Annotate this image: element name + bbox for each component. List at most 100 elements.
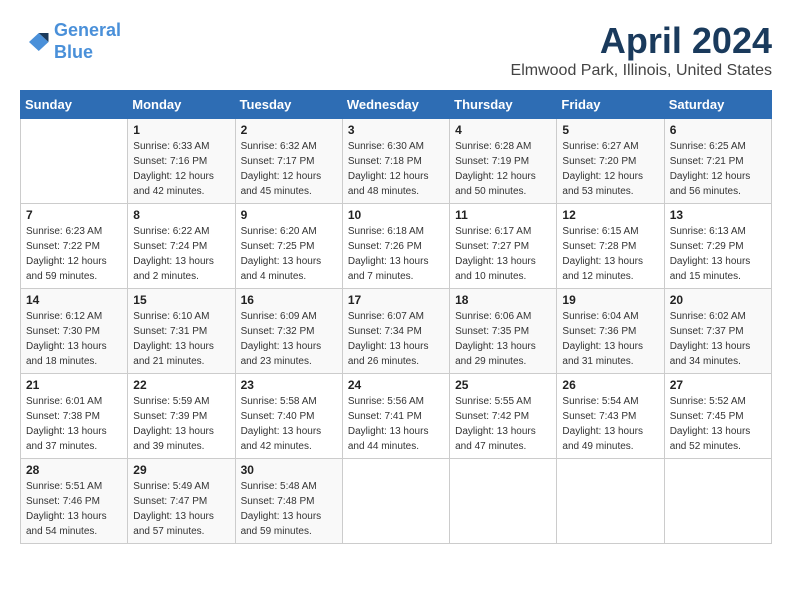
day-info: Sunrise: 5:51 AMSunset: 7:46 PMDaylight:…	[26, 479, 122, 539]
calendar-cell: 15 Sunrise: 6:10 AMSunset: 7:31 PMDaylig…	[128, 289, 235, 374]
calendar-cell: 5 Sunrise: 6:27 AMSunset: 7:20 PMDayligh…	[557, 119, 664, 204]
calendar-cell: 4 Sunrise: 6:28 AMSunset: 7:19 PMDayligh…	[450, 119, 557, 204]
day-number: 19	[562, 293, 658, 307]
calendar-cell: 28 Sunrise: 5:51 AMSunset: 7:46 PMDaylig…	[21, 459, 128, 544]
calendar-cell: 19 Sunrise: 6:04 AMSunset: 7:36 PMDaylig…	[557, 289, 664, 374]
calendar-cell: 3 Sunrise: 6:30 AMSunset: 7:18 PMDayligh…	[342, 119, 449, 204]
day-number: 25	[455, 378, 551, 392]
calendar-cell: 20 Sunrise: 6:02 AMSunset: 7:37 PMDaylig…	[664, 289, 771, 374]
day-info: Sunrise: 5:55 AMSunset: 7:42 PMDaylight:…	[455, 394, 551, 454]
day-number: 12	[562, 208, 658, 222]
week-row-1: 1 Sunrise: 6:33 AMSunset: 7:16 PMDayligh…	[21, 119, 772, 204]
calendar-subtitle: Elmwood Park, Illinois, United States	[511, 62, 772, 80]
day-info: Sunrise: 5:59 AMSunset: 7:39 PMDaylight:…	[133, 394, 229, 454]
day-number: 14	[26, 293, 122, 307]
header-day-sunday: Sunday	[21, 91, 128, 119]
calendar-cell: 9 Sunrise: 6:20 AMSunset: 7:25 PMDayligh…	[235, 204, 342, 289]
day-number: 22	[133, 378, 229, 392]
day-number: 30	[241, 463, 337, 477]
logo-text: General Blue	[54, 20, 121, 63]
calendar-cell	[450, 459, 557, 544]
day-info: Sunrise: 6:06 AMSunset: 7:35 PMDaylight:…	[455, 309, 551, 369]
day-info: Sunrise: 5:54 AMSunset: 7:43 PMDaylight:…	[562, 394, 658, 454]
header-day-tuesday: Tuesday	[235, 91, 342, 119]
day-number: 29	[133, 463, 229, 477]
day-info: Sunrise: 6:32 AMSunset: 7:17 PMDaylight:…	[241, 139, 337, 199]
day-number: 3	[348, 123, 444, 137]
day-number: 27	[670, 378, 766, 392]
header-day-monday: Monday	[128, 91, 235, 119]
week-row-2: 7 Sunrise: 6:23 AMSunset: 7:22 PMDayligh…	[21, 204, 772, 289]
day-info: Sunrise: 6:30 AMSunset: 7:18 PMDaylight:…	[348, 139, 444, 199]
day-number: 28	[26, 463, 122, 477]
calendar-cell: 12 Sunrise: 6:15 AMSunset: 7:28 PMDaylig…	[557, 204, 664, 289]
day-number: 21	[26, 378, 122, 392]
logo-icon	[20, 27, 50, 57]
day-info: Sunrise: 6:09 AMSunset: 7:32 PMDaylight:…	[241, 309, 337, 369]
calendar-cell	[21, 119, 128, 204]
calendar-cell: 16 Sunrise: 6:09 AMSunset: 7:32 PMDaylig…	[235, 289, 342, 374]
header-day-thursday: Thursday	[450, 91, 557, 119]
calendar-cell	[557, 459, 664, 544]
day-number: 15	[133, 293, 229, 307]
header-day-friday: Friday	[557, 91, 664, 119]
day-info: Sunrise: 6:20 AMSunset: 7:25 PMDaylight:…	[241, 224, 337, 284]
day-number: 17	[348, 293, 444, 307]
calendar-cell: 8 Sunrise: 6:22 AMSunset: 7:24 PMDayligh…	[128, 204, 235, 289]
day-number: 18	[455, 293, 551, 307]
calendar-cell: 30 Sunrise: 5:48 AMSunset: 7:48 PMDaylig…	[235, 459, 342, 544]
week-row-5: 28 Sunrise: 5:51 AMSunset: 7:46 PMDaylig…	[21, 459, 772, 544]
calendar-cell: 23 Sunrise: 5:58 AMSunset: 7:40 PMDaylig…	[235, 374, 342, 459]
day-number: 26	[562, 378, 658, 392]
calendar-cell: 18 Sunrise: 6:06 AMSunset: 7:35 PMDaylig…	[450, 289, 557, 374]
day-number: 23	[241, 378, 337, 392]
day-info: Sunrise: 6:13 AMSunset: 7:29 PMDaylight:…	[670, 224, 766, 284]
day-number: 1	[133, 123, 229, 137]
day-info: Sunrise: 5:58 AMSunset: 7:40 PMDaylight:…	[241, 394, 337, 454]
calendar-cell: 29 Sunrise: 5:49 AMSunset: 7:47 PMDaylig…	[128, 459, 235, 544]
calendar-cell: 10 Sunrise: 6:18 AMSunset: 7:26 PMDaylig…	[342, 204, 449, 289]
day-info: Sunrise: 6:10 AMSunset: 7:31 PMDaylight:…	[133, 309, 229, 369]
day-info: Sunrise: 5:52 AMSunset: 7:45 PMDaylight:…	[670, 394, 766, 454]
day-number: 10	[348, 208, 444, 222]
day-info: Sunrise: 6:28 AMSunset: 7:19 PMDaylight:…	[455, 139, 551, 199]
day-number: 24	[348, 378, 444, 392]
day-number: 7	[26, 208, 122, 222]
title-section: April 2024 Elmwood Park, Illinois, Unite…	[511, 20, 772, 80]
day-info: Sunrise: 6:15 AMSunset: 7:28 PMDaylight:…	[562, 224, 658, 284]
day-info: Sunrise: 6:07 AMSunset: 7:34 PMDaylight:…	[348, 309, 444, 369]
day-number: 6	[670, 123, 766, 137]
day-number: 5	[562, 123, 658, 137]
calendar-cell: 17 Sunrise: 6:07 AMSunset: 7:34 PMDaylig…	[342, 289, 449, 374]
calendar-table: SundayMondayTuesdayWednesdayThursdayFrid…	[20, 90, 772, 544]
calendar-cell: 6 Sunrise: 6:25 AMSunset: 7:21 PMDayligh…	[664, 119, 771, 204]
header-row: SundayMondayTuesdayWednesdayThursdayFrid…	[21, 91, 772, 119]
calendar-cell: 27 Sunrise: 5:52 AMSunset: 7:45 PMDaylig…	[664, 374, 771, 459]
day-number: 2	[241, 123, 337, 137]
header-day-saturday: Saturday	[664, 91, 771, 119]
calendar-cell: 7 Sunrise: 6:23 AMSunset: 7:22 PMDayligh…	[21, 204, 128, 289]
day-info: Sunrise: 6:33 AMSunset: 7:16 PMDaylight:…	[133, 139, 229, 199]
header: General Blue April 2024 Elmwood Park, Il…	[20, 20, 772, 80]
day-number: 9	[241, 208, 337, 222]
calendar-cell: 24 Sunrise: 5:56 AMSunset: 7:41 PMDaylig…	[342, 374, 449, 459]
day-number: 13	[670, 208, 766, 222]
calendar-cell: 11 Sunrise: 6:17 AMSunset: 7:27 PMDaylig…	[450, 204, 557, 289]
calendar-cell	[664, 459, 771, 544]
day-info: Sunrise: 5:49 AMSunset: 7:47 PMDaylight:…	[133, 479, 229, 539]
day-info: Sunrise: 6:12 AMSunset: 7:30 PMDaylight:…	[26, 309, 122, 369]
calendar-title: April 2024	[511, 20, 772, 62]
day-info: Sunrise: 5:48 AMSunset: 7:48 PMDaylight:…	[241, 479, 337, 539]
day-info: Sunrise: 5:56 AMSunset: 7:41 PMDaylight:…	[348, 394, 444, 454]
calendar-cell	[342, 459, 449, 544]
day-info: Sunrise: 6:17 AMSunset: 7:27 PMDaylight:…	[455, 224, 551, 284]
day-number: 16	[241, 293, 337, 307]
week-row-4: 21 Sunrise: 6:01 AMSunset: 7:38 PMDaylig…	[21, 374, 772, 459]
day-info: Sunrise: 6:27 AMSunset: 7:20 PMDaylight:…	[562, 139, 658, 199]
day-number: 11	[455, 208, 551, 222]
day-info: Sunrise: 6:02 AMSunset: 7:37 PMDaylight:…	[670, 309, 766, 369]
day-info: Sunrise: 6:22 AMSunset: 7:24 PMDaylight:…	[133, 224, 229, 284]
day-number: 4	[455, 123, 551, 137]
calendar-cell: 2 Sunrise: 6:32 AMSunset: 7:17 PMDayligh…	[235, 119, 342, 204]
day-number: 8	[133, 208, 229, 222]
